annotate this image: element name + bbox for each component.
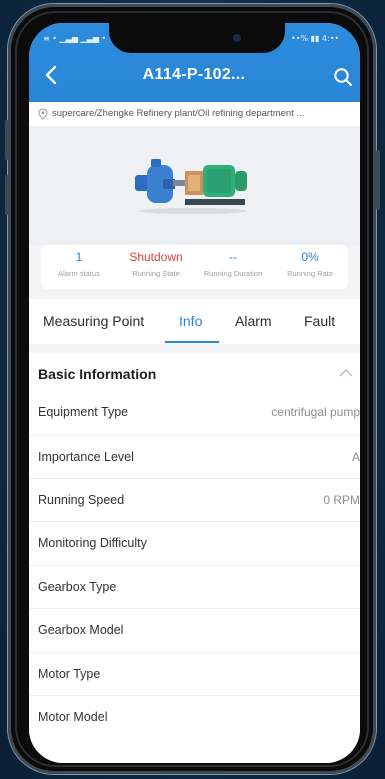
stat-label: Running Duration bbox=[203, 269, 263, 278]
info-row-equipment-type: Equipment Type centrifugal pump bbox=[29, 391, 360, 434]
tab-measuring-point[interactable]: Measuring Point bbox=[43, 313, 144, 329]
phone-side-button bbox=[376, 150, 380, 210]
location-pin-icon bbox=[38, 108, 48, 120]
status-bar-left: ≡ • ▁▃▅ ▁▃▅ • bbox=[43, 34, 107, 43]
page-title: A114-P-102... bbox=[142, 66, 246, 83]
info-key: Gearbox Type bbox=[38, 580, 117, 594]
running-duration-stat: -- Running Duration bbox=[195, 250, 271, 278]
stat-value: Shutdown bbox=[129, 250, 183, 264]
info-value: centrifugal pump bbox=[271, 405, 360, 419]
basic-information-panel: Basic Information Equipment Type centrif… bbox=[29, 353, 360, 763]
pump-illustration bbox=[135, 159, 247, 214]
camera-notch bbox=[109, 23, 285, 53]
info-key: Importance Level bbox=[38, 450, 134, 464]
running-rate-stat: 0% Running Rate bbox=[272, 250, 348, 278]
active-tab-indicator bbox=[165, 341, 219, 343]
info-key: Gearbox Model bbox=[38, 623, 124, 637]
info-row-running-speed: Running Speed 0 RPM bbox=[29, 478, 360, 522]
tab-info[interactable]: Info bbox=[179, 313, 202, 329]
info-row-motor-type: Motor Type bbox=[29, 652, 360, 696]
info-row-monitoring-difficulty: Monitoring Difficulty bbox=[29, 521, 360, 565]
stat-label: Running State bbox=[132, 269, 180, 278]
info-value: 0 RPM bbox=[323, 493, 360, 507]
chevron-left-icon[interactable] bbox=[41, 64, 63, 86]
breadcrumb: supercare/Zhengke Refinery plant/Oil ref… bbox=[29, 102, 360, 127]
info-key: Motor Model bbox=[38, 710, 108, 724]
stat-value: 0% bbox=[301, 250, 319, 264]
info-row-importance-level: Importance Level A bbox=[29, 435, 360, 479]
search-icon[interactable] bbox=[333, 67, 353, 87]
stat-value: -- bbox=[229, 250, 237, 264]
running-state-stat: Shutdown Running State bbox=[118, 250, 194, 278]
tab-fault[interactable]: Fault bbox=[304, 313, 335, 329]
info-row-motor-model: Motor Model bbox=[29, 695, 360, 739]
stat-label: Alarm status bbox=[58, 269, 100, 278]
equipment-image-area bbox=[29, 127, 360, 245]
stat-label: Running Rate bbox=[287, 269, 333, 278]
stat-value: 1 bbox=[75, 250, 83, 264]
alarm-status-stat: 1 Alarm status bbox=[41, 250, 117, 278]
front-camera bbox=[233, 34, 241, 42]
app-screen: ≡ • ▁▃▅ ▁▃▅ • ••% ▮▮ 4:•• A114-P-102... … bbox=[29, 23, 360, 763]
tab-alarm[interactable]: Alarm bbox=[235, 313, 272, 329]
info-key: Running Speed bbox=[38, 493, 125, 507]
info-key: Equipment Type bbox=[38, 405, 129, 419]
status-bar-right: ••% ▮▮ 4:•• bbox=[291, 34, 340, 43]
status-summary: 1 Alarm status Shutdown Running State --… bbox=[41, 245, 348, 289]
phone-side-button bbox=[5, 175, 9, 215]
tab-bar: Measuring Point Info Alarm Fault bbox=[29, 299, 360, 344]
info-value: A bbox=[351, 450, 360, 464]
info-row-gearbox-model: Gearbox Model bbox=[29, 608, 360, 652]
info-key: Motor Type bbox=[38, 667, 101, 681]
section-heading: Basic Information bbox=[38, 366, 157, 382]
breadcrumb-path: supercare/Zhengke Refinery plant/Oil ref… bbox=[52, 108, 305, 119]
info-row-gearbox-type: Gearbox Type bbox=[29, 565, 360, 609]
phone-side-button bbox=[5, 120, 9, 160]
chevron-up-icon[interactable] bbox=[339, 368, 353, 378]
info-key: Monitoring Difficulty bbox=[38, 536, 147, 550]
